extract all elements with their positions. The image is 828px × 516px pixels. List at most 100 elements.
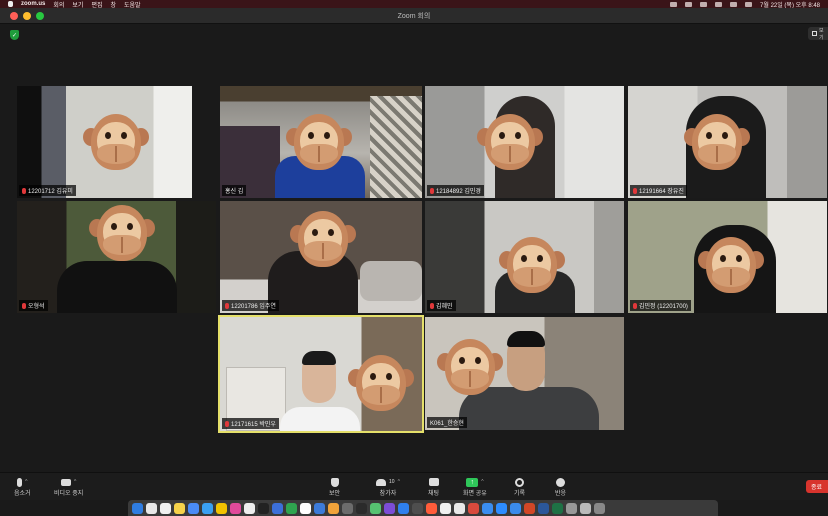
- word-icon[interactable]: [272, 502, 283, 514]
- notion-icon[interactable]: [300, 502, 311, 514]
- chevron-up-icon[interactable]: ^: [74, 479, 76, 485]
- powerpoint-icon[interactable]: [524, 502, 535, 514]
- app-icon[interactable]: [580, 502, 591, 514]
- excel-icon[interactable]: [552, 502, 563, 514]
- app-icon[interactable]: [510, 502, 521, 514]
- mute-button[interactable]: ^ 음소거: [14, 476, 31, 497]
- monkey-emoji-icon: [83, 112, 149, 174]
- participant-name-tag: 김민정 (12201700): [630, 300, 691, 311]
- view-mode-button[interactable]: 보기: [808, 27, 828, 41]
- participant-name: 12184892 김민경: [436, 189, 481, 195]
- record-button[interactable]: 기록: [514, 476, 525, 497]
- video-tile[interactable]: 김민정 (12201700): [628, 201, 827, 313]
- app-icon[interactable]: [328, 502, 339, 514]
- app-icon[interactable]: [426, 502, 437, 514]
- video-tile[interactable]: 12201786 임주연: [220, 201, 422, 313]
- video-tile[interactable]: 김혜민: [425, 201, 624, 313]
- tray-icon[interactable]: [670, 1, 678, 7]
- app-icon[interactable]: [454, 502, 465, 514]
- video-tile[interactable]: K061_한승현: [425, 317, 624, 430]
- typora-icon[interactable]: [440, 502, 451, 514]
- video-tile[interactable]: 오형석: [17, 201, 216, 313]
- participant-name: 김민정 (12201700): [639, 304, 688, 310]
- stop-video-button[interactable]: ^ 비디오 중지: [54, 476, 83, 497]
- share-screen-label: 화면 공유: [463, 491, 487, 497]
- monkey-emoji-icon: [437, 337, 503, 399]
- app-icon[interactable]: [412, 502, 423, 514]
- microphone-icon: [17, 477, 23, 487]
- mail-icon[interactable]: [482, 502, 493, 514]
- participants-icon: [376, 478, 386, 486]
- participant-name-tag: 김혜민: [427, 300, 456, 311]
- video-tile[interactable]: 12201712 김유미: [17, 86, 192, 198]
- monkey-emoji-icon: [698, 235, 764, 297]
- end-meeting-button[interactable]: 종료: [806, 480, 828, 493]
- participant-name-tag: 오형석: [19, 300, 48, 311]
- slack-icon[interactable]: [230, 502, 241, 514]
- video-tile[interactable]: 12184892 김민경: [425, 86, 624, 198]
- participant-name: 12191664 장유진: [639, 189, 684, 195]
- app-icon[interactable]: [342, 502, 353, 514]
- tray-icon[interactable]: [685, 1, 693, 7]
- mic-muted-icon: [225, 302, 229, 309]
- trash-icon[interactable]: [594, 502, 605, 514]
- macos-menu-bar: zoom.us 회의 보기 편집 창 도움말 7월 22일 (목) 오후 8:4…: [0, 0, 828, 9]
- notes-icon[interactable]: [174, 502, 185, 514]
- maps-icon[interactable]: [286, 502, 297, 514]
- app-icon[interactable]: [566, 502, 577, 514]
- safari-icon[interactable]: [188, 502, 199, 514]
- participant-name-tag: 12191664 장유진: [630, 185, 687, 196]
- search-icon[interactable]: [745, 1, 753, 7]
- chat-button[interactable]: 채팅: [428, 476, 439, 497]
- chevron-up-icon[interactable]: ^: [398, 479, 400, 485]
- security-button[interactable]: 보안: [329, 476, 340, 497]
- participants-button[interactable]: 10 ^ 참가자: [376, 476, 400, 497]
- word-icon[interactable]: [538, 502, 549, 514]
- monkey-emoji-icon: [684, 112, 750, 174]
- messenger-icon[interactable]: [202, 502, 213, 514]
- photos-icon[interactable]: [244, 502, 255, 514]
- chat-bubble-icon: [428, 478, 439, 486]
- vscode-icon[interactable]: [398, 502, 409, 514]
- terminal-icon[interactable]: [258, 502, 269, 514]
- window-title: Zoom 회의: [397, 13, 431, 20]
- app-store-icon[interactable]: [314, 502, 325, 514]
- chat-label: 채팅: [428, 491, 440, 497]
- share-screen-button[interactable]: ↑ ^ 화면 공유: [463, 476, 487, 497]
- menu-app-name[interactable]: zoom.us: [21, 1, 45, 7]
- zoom-icon[interactable]: [496, 502, 507, 514]
- tray-icon[interactable]: [700, 1, 708, 7]
- participant-name: 김혜민: [436, 304, 453, 310]
- finder-icon[interactable]: [132, 502, 143, 514]
- monkey-emoji-icon: [290, 209, 356, 271]
- chevron-up-icon[interactable]: ^: [25, 479, 27, 485]
- mic-muted-icon: [633, 187, 637, 194]
- participant-name: 12201712 김유미: [28, 189, 73, 195]
- participants-count: 10: [389, 479, 395, 485]
- wifi-icon[interactable]: [715, 1, 723, 7]
- kakaotalk-icon[interactable]: [216, 502, 227, 514]
- battery-icon[interactable]: [730, 1, 738, 7]
- security-label: 보안: [329, 491, 341, 497]
- chrome-icon[interactable]: [146, 502, 157, 514]
- smiley-reaction-icon: [556, 477, 566, 487]
- mic-muted-icon: [430, 187, 434, 194]
- encryption-shield-icon[interactable]: ✓: [10, 30, 19, 40]
- mic-muted-icon: [22, 187, 26, 194]
- participants-label: 참가자: [379, 491, 397, 497]
- apple-icon[interactable]: [8, 1, 13, 7]
- participant-name: 홍신 김: [225, 189, 244, 195]
- video-tile[interactable]: 홍신 김: [220, 86, 422, 198]
- calendar-icon[interactable]: [160, 502, 171, 514]
- mic-muted-icon: [430, 302, 434, 309]
- chevron-up-icon[interactable]: ^: [481, 479, 483, 485]
- video-tile[interactable]: 12191664 장유진: [628, 86, 827, 198]
- participant-name-tag: 홍신 김: [222, 185, 247, 196]
- video-tile-active-speaker[interactable]: 12171615 박민우: [218, 315, 424, 433]
- app-icon[interactable]: [370, 502, 381, 514]
- participant-name-tag: K061_한승현: [427, 417, 467, 428]
- app-icon[interactable]: [384, 502, 395, 514]
- app-icon[interactable]: [356, 502, 367, 514]
- reactions-button[interactable]: 반응: [555, 476, 566, 497]
- app-icon[interactable]: [468, 502, 479, 514]
